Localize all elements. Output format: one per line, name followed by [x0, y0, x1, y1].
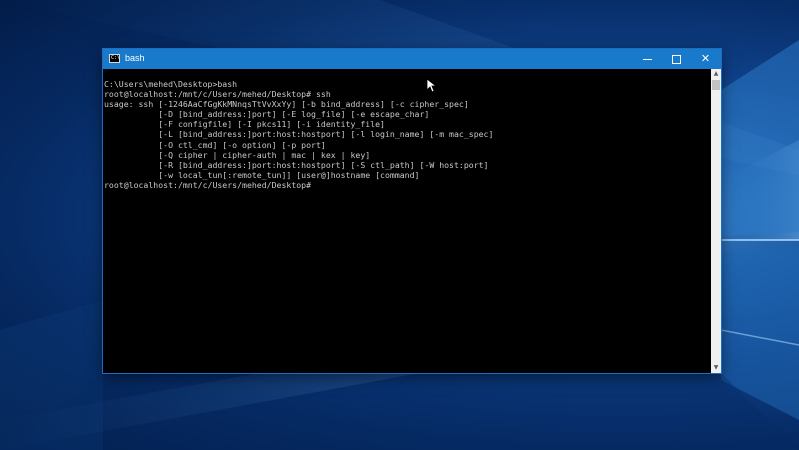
- desktop: C:\ bash ✕ C:\Users\mehed\Desktop>bash r…: [0, 0, 799, 450]
- mouse-pointer-icon: [427, 79, 437, 93]
- window-title: bash: [125, 53, 145, 63]
- console-line: root@localhost:/mnt/c/Users/mehed/Deskto…: [104, 89, 331, 100]
- console-line: [-R [bind_address:]port:host:hostport] […: [104, 159, 489, 170]
- console-line: [-O ctl_cmd] [-o option] [-p port]: [104, 139, 326, 150]
- window-pane-upper: [721, 40, 799, 236]
- scroll-up-arrow-icon[interactable]: ▲: [711, 69, 721, 79]
- console-app-icon: C:\: [109, 54, 121, 63]
- console-line: [-w local_tun[:remote_tun]] [user@]hostn…: [104, 169, 420, 180]
- title-bar[interactable]: C:\ bash ✕: [103, 49, 721, 69]
- bash-console-window[interactable]: C:\ bash ✕ C:\Users\mehed\Desktop>bash r…: [103, 49, 721, 373]
- console-line: [-F configfile] [-I pkcs11] [-i identity…: [104, 119, 385, 130]
- minimize-icon: [643, 59, 652, 60]
- vertical-scrollbar[interactable]: ▲ ▼: [711, 69, 721, 373]
- scroll-thumb[interactable]: [712, 80, 720, 90]
- maximize-icon: [672, 55, 681, 64]
- close-button[interactable]: ✕: [691, 49, 720, 69]
- console-line: root@localhost:/mnt/c/Users/mehed/Deskto…: [104, 179, 312, 190]
- console-line: usage: ssh [-1246AaCfGgKkMNnqsTtVvXxYy] …: [104, 99, 469, 110]
- console-line: [-L [bind_address:]port:host:hostport] […: [104, 129, 494, 140]
- minimize-button[interactable]: [633, 49, 662, 69]
- console-line: C:\Users\mehed\Desktop>bash: [104, 79, 238, 89]
- console-line: [-Q cipher | cipher-auth | mac | kex | k…: [104, 149, 371, 160]
- console-line: [-D [bind_address:]port] [-E log_file] […: [104, 109, 430, 120]
- console-output[interactable]: C:\Users\mehed\Desktop>bash root@localho…: [103, 69, 711, 373]
- scroll-down-arrow-icon[interactable]: ▼: [711, 363, 721, 373]
- close-icon: ✕: [700, 52, 711, 65]
- maximize-button[interactable]: [662, 49, 691, 69]
- console-text: C:\Users\mehed\Desktop>bash root@localho…: [103, 69, 711, 190]
